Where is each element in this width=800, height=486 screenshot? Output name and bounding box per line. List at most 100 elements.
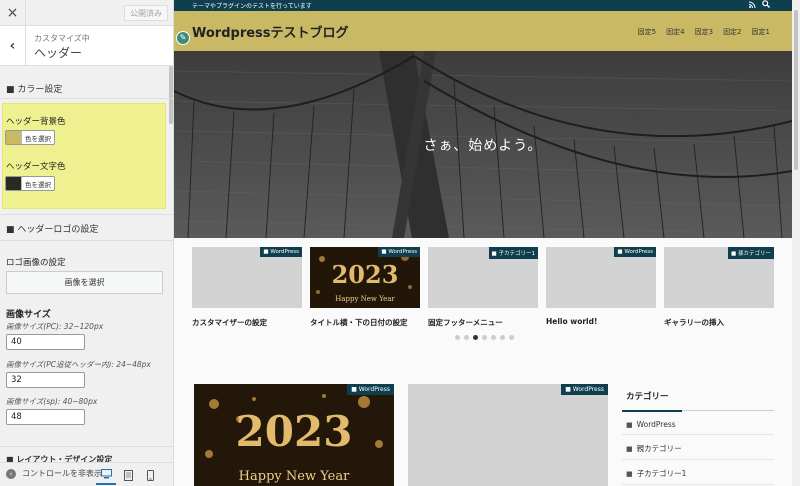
card-title[interactable]: タイトル横・下の日付の設定 <box>310 317 420 328</box>
carousel-dot[interactable] <box>455 335 460 340</box>
category-badge[interactable]: ■ WordPress <box>614 247 656 257</box>
preview-scrollbar[interactable] <box>792 0 800 486</box>
desktop-icon <box>100 469 112 479</box>
category-item[interactable]: ■ WordPress <box>622 412 774 435</box>
search-icon[interactable] <box>762 0 770 10</box>
size-sp-input[interactable]: 48 <box>6 409 85 425</box>
section-header: ‹ カスタマイズ中 ヘッダー <box>0 26 173 66</box>
post-thumbnail[interactable]: 2023 Happy New Year ■ WordPress <box>194 384 394 486</box>
select-color-label: 色を選択 <box>25 180 51 189</box>
category-badge[interactable]: ■ 孫カテゴリー <box>728 247 774 259</box>
top-bar-text: テーマやプラグインのテストを行っています <box>192 3 312 10</box>
main-navigation: 固定5 固定4 固定3 固定2 固定1 <box>638 27 770 37</box>
header-text-color-button[interactable]: 色を選択 <box>5 176 55 191</box>
carousel-dot[interactable] <box>500 335 505 340</box>
folder-icon: ■ <box>626 420 633 429</box>
svg-text:Happy New Year: Happy New Year <box>335 295 395 303</box>
svg-text:2023: 2023 <box>236 407 353 456</box>
post-thumbnail[interactable]: ■ WordPress <box>408 384 608 486</box>
folder-icon: ■ <box>381 249 387 255</box>
logo-group-title: ■ ヘッダーロゴの設定 <box>6 225 99 235</box>
card-thumbnail[interactable]: ■ 孫カテゴリー <box>664 247 774 308</box>
size-sp-label: 画像サイズ(sp): 40~80px <box>6 397 98 406</box>
header-bg-color-button[interactable]: 色を選択 <box>5 130 55 145</box>
card-thumbnail[interactable]: ■ 子カテゴリー1 <box>428 247 538 308</box>
mobile-icon <box>146 469 154 481</box>
carousel-card[interactable]: ■ 子カテゴリー1 固定フッターメニュー <box>428 247 538 328</box>
carousel-card[interactable]: ■ WordPress Hello world! <box>546 247 656 326</box>
nav-item[interactable]: 固定3 <box>695 27 713 37</box>
mobile-preview-button[interactable] <box>140 465 160 485</box>
card-title[interactable]: Hello world! <box>546 317 656 326</box>
folder-icon: ■ <box>491 251 497 257</box>
color-group-title: ■ カラー設定 <box>6 85 63 95</box>
size-pc-follow-label: 画像サイズ(PC追従ヘッダー内): 24~48px <box>6 360 151 369</box>
tablet-preview-button[interactable] <box>118 465 138 485</box>
carousel-card[interactable]: 2023 Happy New Year ■ WordPress タイトル横・下の日付の… <box>310 247 420 328</box>
carousel-dot[interactable] <box>464 335 469 340</box>
category-list: ■ WordPress ■ 親カテゴリー ■ 子カテゴリー1 <box>622 412 774 485</box>
carousel-dot[interactable] <box>473 335 478 340</box>
category-badge[interactable]: ■ WordPress <box>378 247 420 257</box>
chevron-left-icon: ‹ <box>9 38 16 54</box>
header-bg-color-label: ヘッダー背景色 <box>6 117 66 127</box>
desktop-preview-button[interactable] <box>96 465 116 485</box>
nav-item[interactable]: 固定1 <box>752 27 770 37</box>
divider <box>0 98 173 99</box>
collapse-icon: ‹ <box>6 468 16 479</box>
size-pc-follow-input[interactable]: 32 <box>6 372 85 388</box>
card-thumbnail[interactable]: ■ WordPress <box>192 247 302 308</box>
widget-title: カテゴリー <box>622 384 774 411</box>
rss-icon[interactable] <box>748 1 756 10</box>
folder-icon: ■ <box>565 386 571 393</box>
edit-shortcut-pencil-icon[interactable]: ✎ <box>176 31 190 45</box>
card-title[interactable]: ギャラリーの挿入 <box>664 317 774 328</box>
carousel-dot[interactable] <box>482 335 487 340</box>
folder-icon: ■ <box>731 251 737 257</box>
category-badge[interactable]: ■ WordPress <box>347 384 394 395</box>
size-pc-input[interactable]: 40 <box>6 334 85 350</box>
category-item[interactable]: ■ 子カテゴリー1 <box>622 460 774 485</box>
folder-icon: ■ <box>351 386 357 393</box>
site-title[interactable]: Wordpressテストブログ <box>192 22 349 41</box>
carousel-card[interactable]: ■ WordPress カスタマイザーの設定 <box>192 247 302 328</box>
scrollbar-thumb[interactable] <box>794 10 798 170</box>
divider <box>0 214 173 215</box>
folder-icon: ■ <box>626 444 633 453</box>
card-title[interactable]: カスタマイザーの設定 <box>192 317 302 328</box>
carousel-dots <box>455 335 514 340</box>
customizer-sidebar: × 公開済み ‹ カスタマイズ中 ヘッダー ■ カラー設定 ヘッダー背景色 色を… <box>0 0 174 486</box>
header-text-color-label: ヘッダー文字色 <box>6 162 66 172</box>
back-button[interactable]: ‹ <box>0 26 26 66</box>
close-icon: × <box>6 5 19 21</box>
folder-icon: ■ <box>626 469 633 478</box>
category-item[interactable]: ■ 親カテゴリー <box>622 435 774 460</box>
hide-controls-button[interactable]: ‹ コントロールを非表示 <box>6 468 102 479</box>
image-size-heading: 画像サイズ <box>6 310 51 320</box>
category-badge[interactable]: ■ 子カテゴリー1 <box>488 247 538 259</box>
divider <box>0 446 173 447</box>
card-thumbnail[interactable]: ■ WordPress <box>546 247 656 308</box>
carousel-card[interactable]: ■ 孫カテゴリーギャラリーの挿入 <box>664 247 774 328</box>
sidebar-scrollbar[interactable] <box>169 66 173 124</box>
svg-text:2023: 2023 <box>332 260 399 289</box>
site-preview: テーマやプラグインのテストを行っています ✎ Wordpressテストブログ 固… <box>174 0 792 486</box>
logo-image-label: ロゴ画像の設定 <box>6 258 66 268</box>
nav-item[interactable]: 固定2 <box>723 27 741 37</box>
close-customizer-button[interactable]: × <box>0 0 26 26</box>
customizer-top-bar: × 公開済み <box>0 0 173 26</box>
carousel-dot[interactable] <box>509 335 514 340</box>
carousel-dot[interactable] <box>491 335 496 340</box>
nav-item[interactable]: 固定5 <box>638 27 656 37</box>
folder-icon: ■ <box>263 249 269 255</box>
nav-item[interactable]: 固定4 <box>666 27 684 37</box>
card-thumbnail[interactable]: 2023 Happy New Year ■ WordPress <box>310 247 420 308</box>
card-title[interactable]: 固定フッターメニュー <box>428 317 538 328</box>
published-button[interactable]: 公開済み <box>124 5 168 21</box>
category-widget: カテゴリー ■ WordPress ■ 親カテゴリー ■ 子カテゴリー1 <box>622 384 774 485</box>
category-badge[interactable]: ■ WordPress <box>260 247 302 257</box>
hero-image: さぁ、始めよう。 <box>174 51 792 238</box>
category-badge[interactable]: ■ WordPress <box>561 384 608 395</box>
tablet-icon <box>123 469 133 481</box>
select-image-button[interactable]: 画像を選択 <box>6 271 163 294</box>
